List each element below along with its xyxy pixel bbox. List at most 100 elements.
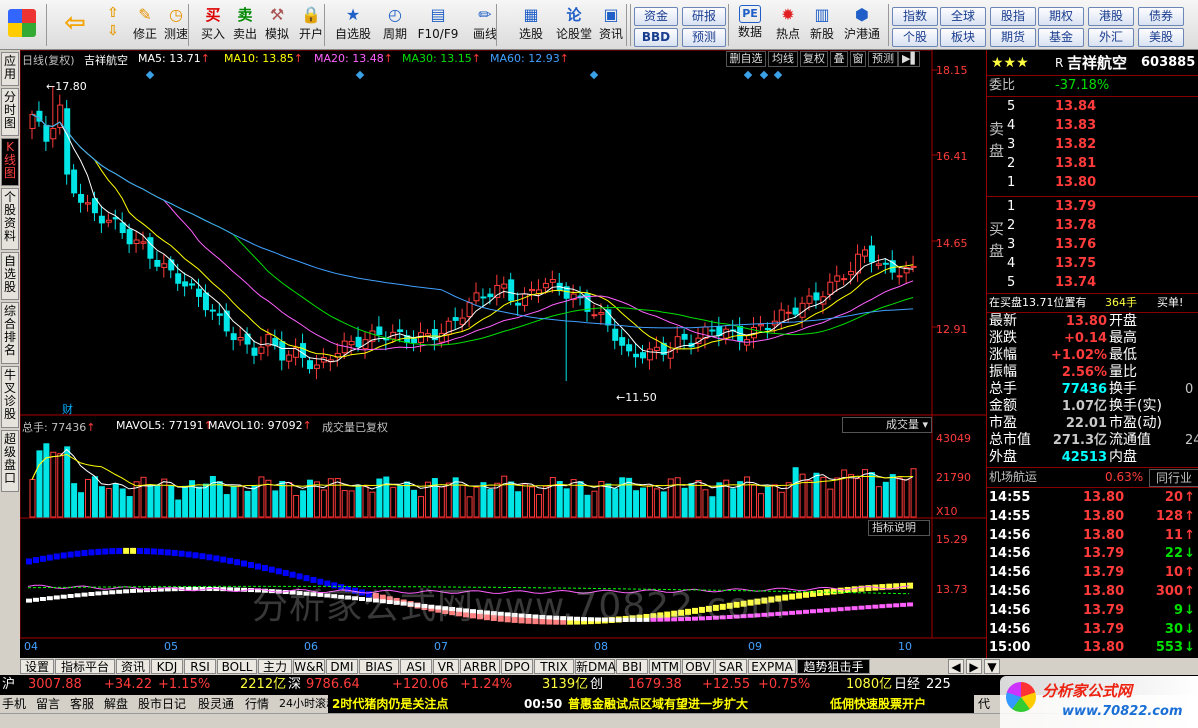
research-button[interactable]: 研报 <box>682 7 726 26</box>
vtab-2[interactable]: K线图 <box>1 138 19 186</box>
indicator-tab-17[interactable]: MTM <box>649 659 681 674</box>
bid-price[interactable]: 13.79 <box>1055 198 1096 216</box>
market-button-6[interactable]: 个股 <box>892 28 938 47</box>
ask-price[interactable]: 13.80 <box>1055 174 1096 192</box>
indicator-tab-12[interactable]: ARBR <box>460 659 500 674</box>
market-button-10[interactable]: 外汇 <box>1088 28 1134 47</box>
chart-control-3[interactable]: 叠 <box>830 51 848 67</box>
capital-button[interactable]: 资金 <box>634 7 678 26</box>
quick-link-5[interactable]: 股灵通 <box>198 695 234 713</box>
vtab-1[interactable]: 分时图 <box>1 88 19 136</box>
vtab-4[interactable]: 自选股 <box>1 252 19 300</box>
indicator-tab-15[interactable]: 新DMA <box>575 659 616 674</box>
quick-link-1[interactable]: 留言 <box>36 695 60 713</box>
finance-marker[interactable]: 财 <box>62 401 73 417</box>
chart-control-0[interactable]: 删自选 <box>726 51 766 67</box>
ask-price[interactable]: 13.83 <box>1055 117 1096 135</box>
market-button-9[interactable]: 基金 <box>1038 28 1084 47</box>
indicator-tab-18[interactable]: OBV <box>682 659 714 674</box>
forecast-button[interactable]: 预测 <box>682 28 726 47</box>
toolbar-ipo-button[interactable]: ▥ 新股 <box>806 3 838 47</box>
ask-price[interactable]: 13.84 <box>1055 98 1096 116</box>
indicator-tab-11[interactable]: VR <box>433 659 459 674</box>
bid-price[interactable]: 13.74 <box>1055 274 1096 292</box>
market-button-5[interactable]: 债券 <box>1138 7 1184 26</box>
toolbar-f10-button[interactable]: ▤ F10/F9 <box>416 3 460 47</box>
indicator-tab-6[interactable]: 主力 <box>258 659 292 674</box>
market-button-2[interactable]: 股指 <box>990 7 1036 26</box>
bid-price[interactable]: 13.76 <box>1055 236 1096 254</box>
toolbar-pencil-button[interactable]: ✏ 画线 <box>464 3 506 47</box>
indicator-tab-14[interactable]: TRIX <box>534 659 574 674</box>
indicator-tab-2[interactable]: 资讯 <box>116 659 150 674</box>
chart-control-5[interactable]: 预测 <box>868 51 898 67</box>
indicator-tab-4[interactable]: RSI <box>184 659 216 674</box>
vtab-5[interactable]: 综合排名 <box>1 302 19 364</box>
indicator-tab-13[interactable]: DPO <box>501 659 533 674</box>
indicator-tab-10[interactable]: ASI <box>400 659 432 674</box>
quick-link-4[interactable]: 股市日记 <box>138 695 186 713</box>
kline-chart-area[interactable]: 日线(复权) 吉祥航空 MA5: 13.71↑ MA10: 13.85↑ MA2… <box>20 50 986 658</box>
market-button-0[interactable]: 指数 <box>892 7 938 26</box>
app-logo-button[interactable] <box>4 3 40 47</box>
chart-control-4[interactable]: 窗 <box>850 51 866 67</box>
same-industry-button[interactable]: 同行业 <box>1149 469 1198 487</box>
indicator-tab-16[interactable]: BBI <box>616 659 648 674</box>
toolbar-star-button[interactable]: ★ 自选股 <box>330 3 376 47</box>
back-button[interactable]: ⇦ <box>56 3 94 47</box>
market-button-1[interactable]: 全球 <box>940 7 986 26</box>
vtab-0[interactable]: 应用 <box>1 52 19 86</box>
toolbar-forum-button[interactable]: 论论股堂 <box>556 3 592 47</box>
bid-price[interactable]: 13.78 <box>1055 217 1096 235</box>
bid-price[interactable]: 13.75 <box>1055 255 1096 273</box>
ask-price[interactable]: 13.81 <box>1055 155 1096 173</box>
indicator-tab-8[interactable]: DMI <box>326 659 358 674</box>
market-button-7[interactable]: 板块 <box>940 28 986 47</box>
news-ticker[interactable]: 2时代猪肉仍是关注点 00:50 普惠金融试点区域有望进一步扩大 低佣快速股票开… <box>328 695 974 713</box>
toolbar-hot-button[interactable]: ✹ 热点 <box>772 3 804 47</box>
chart-control-2[interactable]: 复权 <box>800 51 828 67</box>
indicator-tab-20[interactable]: EXPMA <box>748 659 796 674</box>
tab-scroll-left-button[interactable]: ◀ <box>948 659 964 674</box>
toolbar-screen-button[interactable]: ▦ 选股 <box>510 3 552 47</box>
market-button-8[interactable]: 期货 <box>990 28 1036 47</box>
quick-link-2[interactable]: 客服 <box>70 695 94 713</box>
vtab-7[interactable]: 超级盘口 <box>1 430 19 492</box>
indicator-tab-19[interactable]: SAR <box>715 659 747 674</box>
indicator-help-button[interactable]: 指标说明 <box>868 520 930 536</box>
toolbar-buy-button[interactable]: 买买入 <box>198 3 228 47</box>
indicator-tab-9[interactable]: BIAS <box>359 659 399 674</box>
market-button-3[interactable]: 期权 <box>1038 7 1084 26</box>
tick-volume-value: 10 <box>1164 565 1183 581</box>
tab-scroll-right-button[interactable]: ▶ <box>966 659 982 674</box>
candle-body <box>515 302 522 306</box>
market-button-11[interactable]: 美股 <box>1138 28 1184 47</box>
toolbar-news-button[interactable]: ▣ 资讯 <box>594 3 628 47</box>
toolbar-hammer-button[interactable]: ⚒ 模拟 <box>262 3 292 47</box>
tab-menu-button[interactable]: ▼ <box>984 659 1000 674</box>
market-button-4[interactable]: 港股 <box>1088 7 1134 26</box>
indicator-tab-1[interactable]: 指标平台 <box>55 659 115 674</box>
ask-price[interactable]: 13.82 <box>1055 136 1096 154</box>
toolbar-hkex-button[interactable]: ⬢ 沪港通 <box>840 3 884 47</box>
indicator-tab-3[interactable]: KDJ <box>151 659 183 674</box>
toolbar-pe-button[interactable]: PE 数据 <box>734 3 766 47</box>
toolbar-lock-button[interactable]: 🔒 开户 <box>294 3 328 47</box>
toolbar-wrench-up-button[interactable]: ✎ 修正 <box>130 3 160 47</box>
indicator-tab-21[interactable]: 趋势狙击手 <box>797 659 870 674</box>
indicator-tab-0[interactable]: 设置 <box>20 659 54 674</box>
indicator-selector[interactable]: 成交量 ▾ <box>842 417 932 433</box>
indicator-tab-7[interactable]: W&R <box>293 659 325 674</box>
chart-control-1[interactable]: 均线 <box>768 51 798 67</box>
scroll-up-button[interactable]: ⇧ ⇩ <box>100 3 126 47</box>
toolbar-clock-button[interactable]: ◴ 周期 <box>378 3 412 47</box>
toolbar-sell-button[interactable]: 卖卖出 <box>230 3 260 47</box>
vtab-3[interactable]: 个股资料 <box>1 188 19 250</box>
quick-link-3[interactable]: 解盘 <box>104 695 128 713</box>
bbd-button[interactable]: BBD <box>634 28 678 47</box>
indicator-tab-5[interactable]: BOLL <box>217 659 257 674</box>
vtab-6[interactable]: 牛叉诊股 <box>1 366 19 428</box>
collapse-panel-button[interactable]: ▶▌ <box>898 51 920 67</box>
quick-link-6[interactable]: 行情 <box>245 695 269 713</box>
quick-link-0[interactable]: 手机 <box>2 695 26 713</box>
